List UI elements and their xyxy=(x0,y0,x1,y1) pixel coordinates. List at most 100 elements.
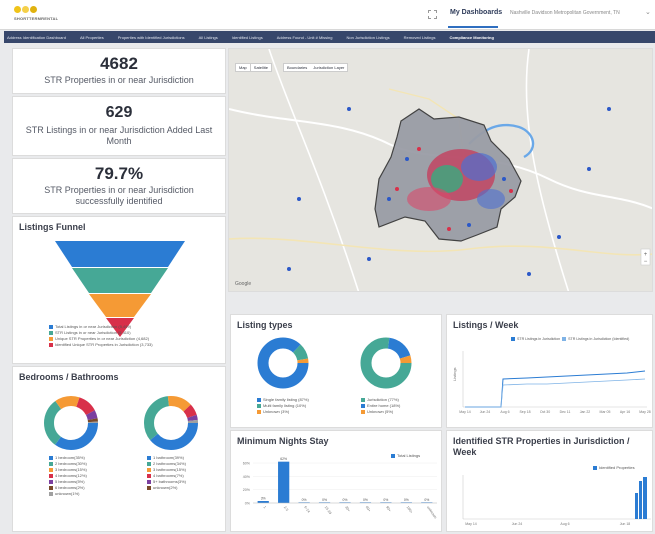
bedrooms-legend-label: 1 bedroom(35%) xyxy=(55,455,85,460)
chevron-down-icon[interactable]: ⌄ xyxy=(645,8,651,16)
nav-item-unit-missing[interactable]: Address Found - Unit # Missing xyxy=(277,35,333,40)
nav-item-address-identification[interactable]: Address Identification Dashboard xyxy=(7,35,66,40)
minimum-nights-category-label: 30+ xyxy=(344,505,351,512)
bedrooms-legend-swatch xyxy=(49,467,53,472)
listings-week-card: Listings / Week STR Listings in Jurisdic… xyxy=(446,314,653,428)
bathrooms-legend-label: 5+ bathrooms(3%) xyxy=(153,479,187,484)
identified-week-x-tick: Jun 24 xyxy=(512,522,523,526)
listing-types-right-legend-item[interactable]: Unknown (5%) xyxy=(361,409,400,415)
company-logo[interactable]: SHORTTERMRENTAL xyxy=(14,6,58,24)
map-button[interactable]: Map xyxy=(236,64,251,71)
funnel-legend-item[interactable]: Unique STR Properties in or near Jurisdi… xyxy=(49,336,149,341)
stat-value-listings-added: 629 xyxy=(105,104,133,121)
funnel-legend-label: STR Listings in or near Jurisdiction (5,… xyxy=(55,330,131,335)
map-panel[interactable]: + − Map Satellite Boundaries Jurisdictio… xyxy=(228,48,653,292)
bathrooms-legend-label: 1 bathroom(39%) xyxy=(153,455,184,460)
jurisdiction-layer-toggle[interactable]: Jurisdiction Layer xyxy=(310,64,347,71)
listings-week-chart: Listings May 14 Jun 24 Aug 6 Sep 18 Oct 30 De… xyxy=(452,351,651,414)
listing-type-donut-left xyxy=(257,337,309,389)
bedrooms-legend-swatch xyxy=(49,461,53,466)
listing-types-right-legend-swatch xyxy=(361,409,365,414)
nav-item-compliance-monitoring[interactable]: Compliance Monitoring xyxy=(449,35,493,40)
bedrooms-legend-label: 4 bedrooms(12%) xyxy=(55,473,87,478)
bathrooms-legend-swatch xyxy=(147,473,151,478)
dashboard-nav: Address Identification Dashboard All Pro… xyxy=(4,31,655,43)
stat-card-properties: 4682 STR Properties in or near Jurisdict… xyxy=(12,48,226,94)
svg-text:−: − xyxy=(644,259,648,265)
listing-types-right-legend-swatch xyxy=(361,397,365,402)
bedrooms-legend-label: 3 bedrooms(15%) xyxy=(55,467,87,472)
satellite-button[interactable]: Satellite xyxy=(251,64,271,71)
funnel-legend-item[interactable]: Total Listings in or near Jurisdiction (… xyxy=(49,324,131,329)
bathrooms-legend: 1 bathroom(39%) 2 bathrooms(34%) 3 bathroo… xyxy=(147,455,186,491)
minimum-nights-category-label: unknown xyxy=(426,505,438,519)
minimum-nights-value-label: 0% xyxy=(343,498,348,502)
minimum-nights-title: Minimum Nights Stay xyxy=(237,436,329,446)
funnel-legend-label: Unique STR Properties in or near Jurisdi… xyxy=(55,336,150,341)
listings-week-legend-label: STR Listings in Jurisdiction xyxy=(517,337,561,341)
bedrooms-legend-swatch xyxy=(49,479,53,484)
bathrooms-legend-item[interactable]: unknown(2%) xyxy=(147,485,186,491)
bathrooms-legend-label: 3 bathrooms(15%) xyxy=(153,467,186,472)
bathrooms-legend-label: 2 bathrooms(34%) xyxy=(153,461,186,466)
identified-week-x-tick: May 14 xyxy=(465,522,477,526)
minimum-nights-value-label: 0% xyxy=(302,498,307,502)
listings-week-x-tick: Oct 30 xyxy=(540,410,550,414)
minimum-nights-category-label: 1 xyxy=(262,505,266,509)
nav-item-non-jurisdiction[interactable]: Non Jurisdiction Listings xyxy=(347,35,390,40)
my-dashboards-tab[interactable]: My Dashboards xyxy=(450,9,502,16)
nav-item-removed-listings[interactable]: Removed Listings xyxy=(404,35,436,40)
nav-item-all-listings[interactable]: All Listings xyxy=(199,35,218,40)
listings-week-x-tick: Mar 05 xyxy=(600,410,611,414)
funnel-stage-total xyxy=(55,241,185,267)
listings-funnel-title: Listings Funnel xyxy=(19,222,86,232)
nav-item-identified-listings[interactable]: Identified Listings xyxy=(232,35,263,40)
bedrooms-legend-swatch xyxy=(49,473,53,478)
funnel-legend-label: Total Listings in or near Jurisdiction (… xyxy=(55,324,132,329)
minimum-nights-y-tick: 40% xyxy=(243,475,251,479)
identified-week-legend[interactable]: Identified Properties xyxy=(593,465,635,470)
minimum-nights-value-label: 0% xyxy=(404,498,409,502)
listings-week-x-tick: Sep 18 xyxy=(519,410,530,414)
bedrooms-legend-item[interactable]: unknown(1%) xyxy=(49,491,87,497)
listing-types-right-legend-label: Jurisdiction (77%) xyxy=(367,397,399,402)
dashboard-selector[interactable]: Nashville Davidson Metropolitan Governme… xyxy=(510,10,620,16)
listings-week-legend-label: STR Listings in Jurisdiction (Identified… xyxy=(568,337,630,341)
minimum-nights-y-tick: 0% xyxy=(245,502,251,506)
identified-week-card: Identified STR Properties in Jurisdictio… xyxy=(446,430,653,532)
active-tab-underline xyxy=(448,26,498,28)
top-header: SHORTTERMRENTAL My Dashboards Nashville … xyxy=(0,0,655,30)
bedrooms-legend: 1 bedroom(35%) 2 bedrooms(30%) 3 bedrooms(… xyxy=(49,455,87,497)
listing-types-left-legend-label: Unknown (3%) xyxy=(263,409,290,414)
stat-label-listings-added: STR Listings in or near Jurisdiction Add… xyxy=(25,125,213,146)
stat-value-identified: 79.7% xyxy=(94,164,144,183)
identified-week-x-tick: Aug 6 xyxy=(560,522,569,526)
funnel-legend-item[interactable]: Identified Unique STR Properties in Juri… xyxy=(49,342,153,347)
listings-week-legend[interactable]: STR Listings in Jurisdiction STR Listing… xyxy=(511,337,630,342)
boundaries-toggle[interactable]: Boundaries xyxy=(284,64,310,71)
funnel-legend-item[interactable]: STR Listings in or near Jurisdiction (5,… xyxy=(49,330,131,335)
listings-funnel-card: Listings Funnel Total Listings in or nea… xyxy=(12,216,226,364)
bedrooms-legend-label: 2 bedrooms(30%) xyxy=(55,461,87,466)
stat-value-properties: 4682 xyxy=(100,54,138,73)
minimum-nights-category-label: 15-29 xyxy=(324,505,333,515)
map-layer-control: Boundaries Jurisdiction Layer xyxy=(283,63,349,72)
bedrooms-legend-swatch xyxy=(49,485,53,490)
listing-types-right-legend: Jurisdiction (77%) Entire home (18%) Unkno… xyxy=(361,397,400,415)
stat-label-identified: STR Properties in or near Jurisdiction s… xyxy=(44,185,194,206)
stat-card-identified: 79.7% STR Properties in or near Jurisdic… xyxy=(12,158,226,214)
listing-types-title: Listing types xyxy=(237,320,293,330)
fullscreen-icon[interactable] xyxy=(428,10,437,19)
bedrooms-bathrooms-card: Bedrooms / Bathrooms 1 bedroom(35%) 2 bed… xyxy=(12,366,226,532)
listing-types-left-legend-item[interactable]: Unknown (3%) xyxy=(257,409,309,415)
minimum-nights-category-label: 2-5 xyxy=(283,505,289,512)
listing-types-left-legend: Single family listing (87%) Multi family … xyxy=(257,397,309,415)
map-canvas[interactable]: + − xyxy=(229,49,653,292)
funnel-legend-label: Identified Unique STR Properties in Juri… xyxy=(55,342,153,347)
nav-item-all-properties[interactable]: All Properties xyxy=(80,35,104,40)
nav-item-properties-identified[interactable]: Properties with Identified Jurisdictions xyxy=(118,35,185,40)
listings-week-y-label: Listings xyxy=(452,367,457,381)
listing-type-donut-right xyxy=(360,337,412,389)
bedrooms-legend-label: 6 bedrooms(2%) xyxy=(55,485,85,490)
stat-card-listings-added: 629 STR Listings in or near Jurisdiction… xyxy=(12,96,226,156)
